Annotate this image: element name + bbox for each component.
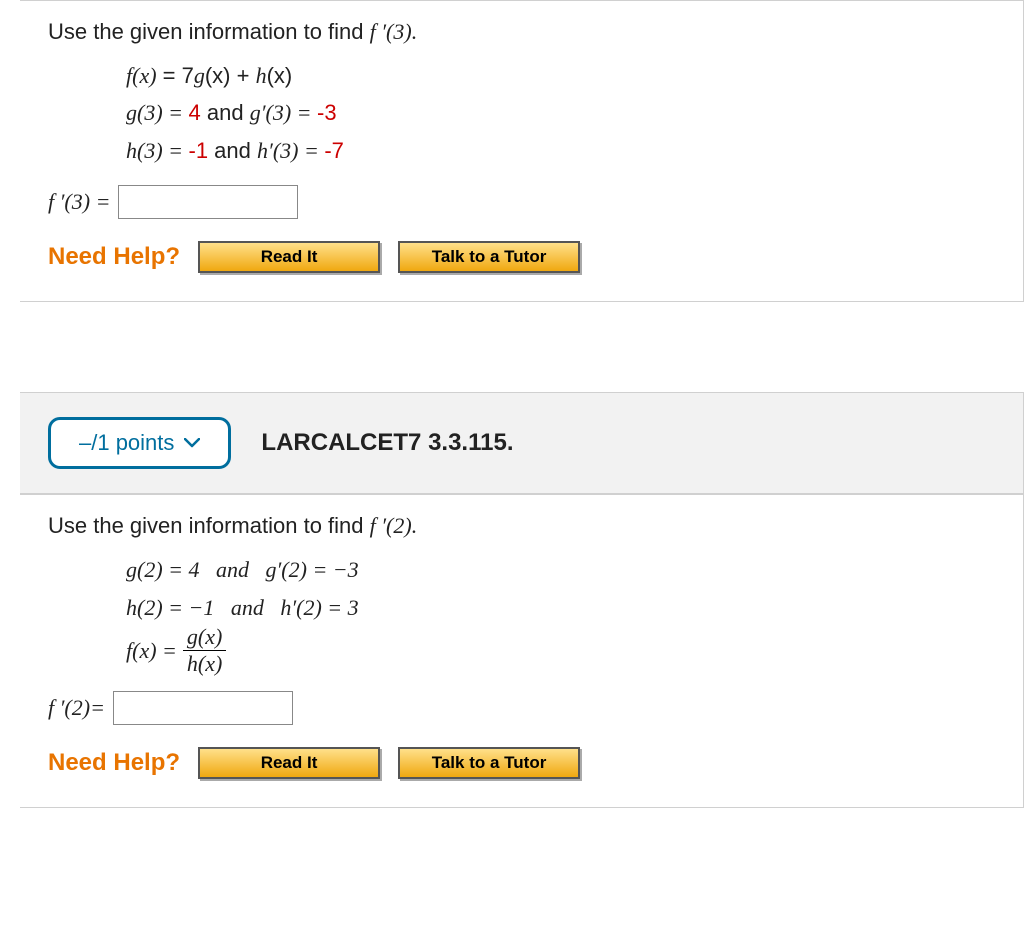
hprime3: h′(3) = <box>257 138 324 163</box>
instruction-text: Use the given information to find <box>48 513 370 538</box>
given-line-3: f(x) = g(x) h(x) <box>126 626 995 675</box>
help-row-1: Need Help? Read It Talk to a Tutor <box>48 241 995 273</box>
value-4: 4 <box>189 100 201 125</box>
question-2-card: Use the given information to find f ′(2)… <box>20 494 1024 808</box>
instruction-text: Use the given information to find <box>48 19 370 44</box>
g: g <box>194 63 205 88</box>
answer-input-q1[interactable] <box>118 185 298 219</box>
fraction-denominator: h(x) <box>183 651 226 675</box>
h3: h(3) = <box>126 138 189 163</box>
talk-to-tutor-button[interactable]: Talk to a Tutor <box>398 747 580 779</box>
question-2-given: g(2) = 4 and g′(2) = −3 h(2) = −1 and h′… <box>126 551 995 675</box>
points-pill[interactable]: –/1 points <box>48 417 231 469</box>
question-2-header: –/1 points LARCALCET7 3.3.115. <box>20 392 1024 494</box>
value-neg7: -7 <box>324 138 344 163</box>
read-it-button[interactable]: Read It <box>198 241 380 273</box>
instruction-target: f ′(3). <box>370 19 418 44</box>
need-help-label: Need Help? <box>48 749 180 777</box>
read-it-button[interactable]: Read It <box>198 747 380 779</box>
value-neg1: -1 <box>189 138 209 163</box>
talk-to-tutor-button[interactable]: Talk to a Tutor <box>398 241 580 273</box>
answer-label: f ′(2)= <box>48 695 105 721</box>
fx-equals: f(x) = <box>126 632 177 669</box>
fraction: g(x) h(x) <box>183 626 226 675</box>
fraction-numerator: g(x) <box>183 626 226 651</box>
chevron-down-icon <box>184 438 200 448</box>
gx: (x) <box>205 63 231 88</box>
question-1-card: Use the given information to find f ′(3)… <box>20 0 1024 302</box>
question-reference: LARCALCET7 3.3.115. <box>261 429 513 457</box>
question-1-instruction: Use the given information to find f ′(3)… <box>48 19 995 45</box>
instruction-target: f ′(2). <box>370 513 418 538</box>
answer-row-1: f ′(3) = <box>48 185 995 219</box>
question-1-given: f(x) = 7g(x) + h(x) g(3) = 4 and g′(3) =… <box>126 57 995 169</box>
plus: + <box>231 63 256 88</box>
answer-row-2: f ′(2)= <box>48 691 995 725</box>
need-help-label: Need Help? <box>48 243 180 271</box>
h: h <box>256 63 267 88</box>
given-line-2: h(2) = −1 and h′(2) = 3 <box>126 589 995 626</box>
points-text: –/1 points <box>79 430 174 456</box>
fx: f(x) <box>126 63 157 88</box>
given-line-1: g(2) = 4 and g′(2) = −3 <box>126 551 995 588</box>
and: and <box>201 100 250 125</box>
eq: = 7 <box>157 63 194 88</box>
value-neg3: -3 <box>317 100 337 125</box>
hx: (x) <box>267 63 293 88</box>
given-line-2: g(3) = 4 and g′(3) = -3 <box>126 94 995 131</box>
and: and <box>208 138 257 163</box>
help-row-2: Need Help? Read It Talk to a Tutor <box>48 747 995 779</box>
given-line-3: h(3) = -1 and h′(3) = -7 <box>126 132 995 169</box>
given-line-1: f(x) = 7g(x) + h(x) <box>126 57 995 94</box>
gprime3: g′(3) = <box>250 100 317 125</box>
answer-label: f ′(3) = <box>48 189 110 215</box>
question-2-instruction: Use the given information to find f ′(2)… <box>48 513 995 539</box>
g3: g(3) = <box>126 100 189 125</box>
answer-input-q2[interactable] <box>113 691 293 725</box>
